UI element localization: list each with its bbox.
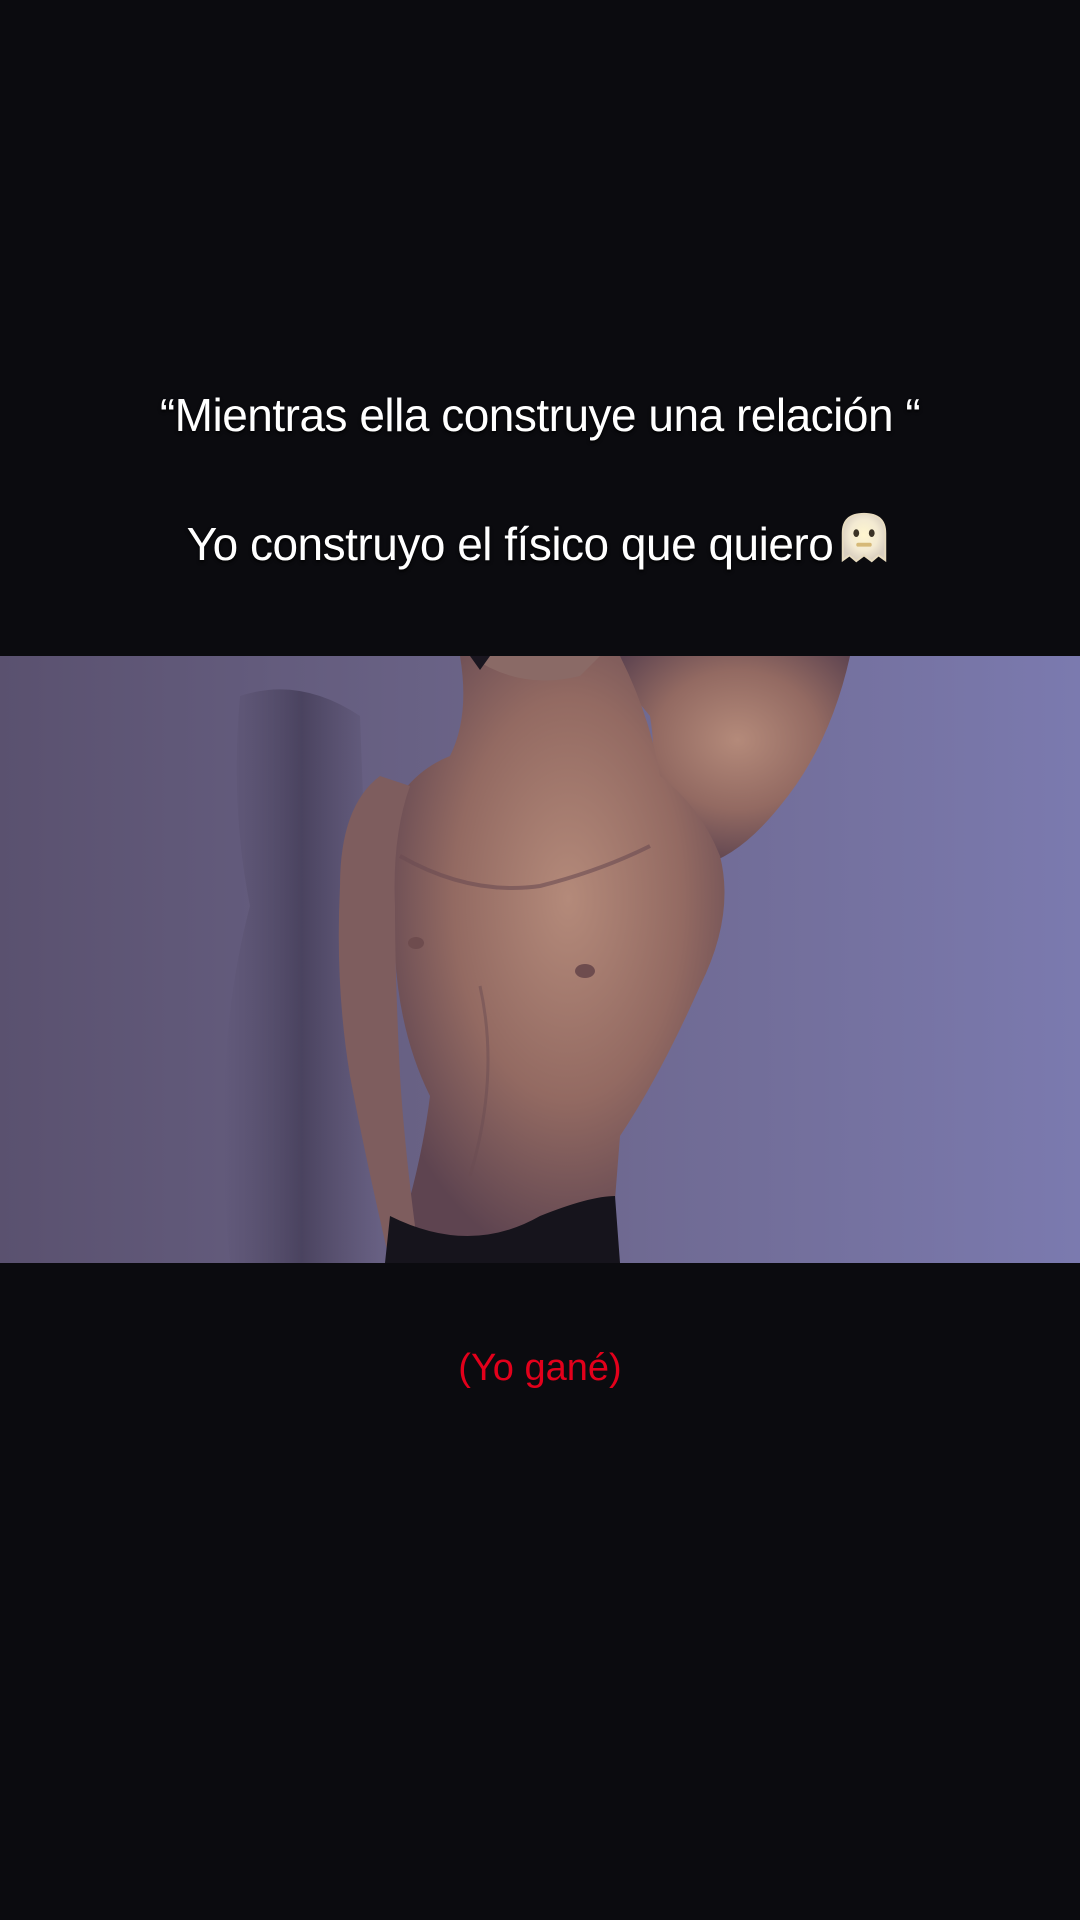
caption-line-1: “Mientras ella construye una relación “ xyxy=(159,389,921,441)
ghost-face-emoji-icon xyxy=(842,512,887,563)
caption-line-2: Yo construyo el físico que quiero xyxy=(0,508,1080,571)
tagline-text: (Yo gané) xyxy=(458,1347,622,1389)
video-frame[interactable] xyxy=(0,656,1080,1263)
torso-photo xyxy=(0,656,1080,1263)
caption-line-2-text: Yo construyo el físico que quiero xyxy=(186,518,834,570)
video-screen[interactable]: “Mientras ella construye una relación “ … xyxy=(0,0,1080,1920)
